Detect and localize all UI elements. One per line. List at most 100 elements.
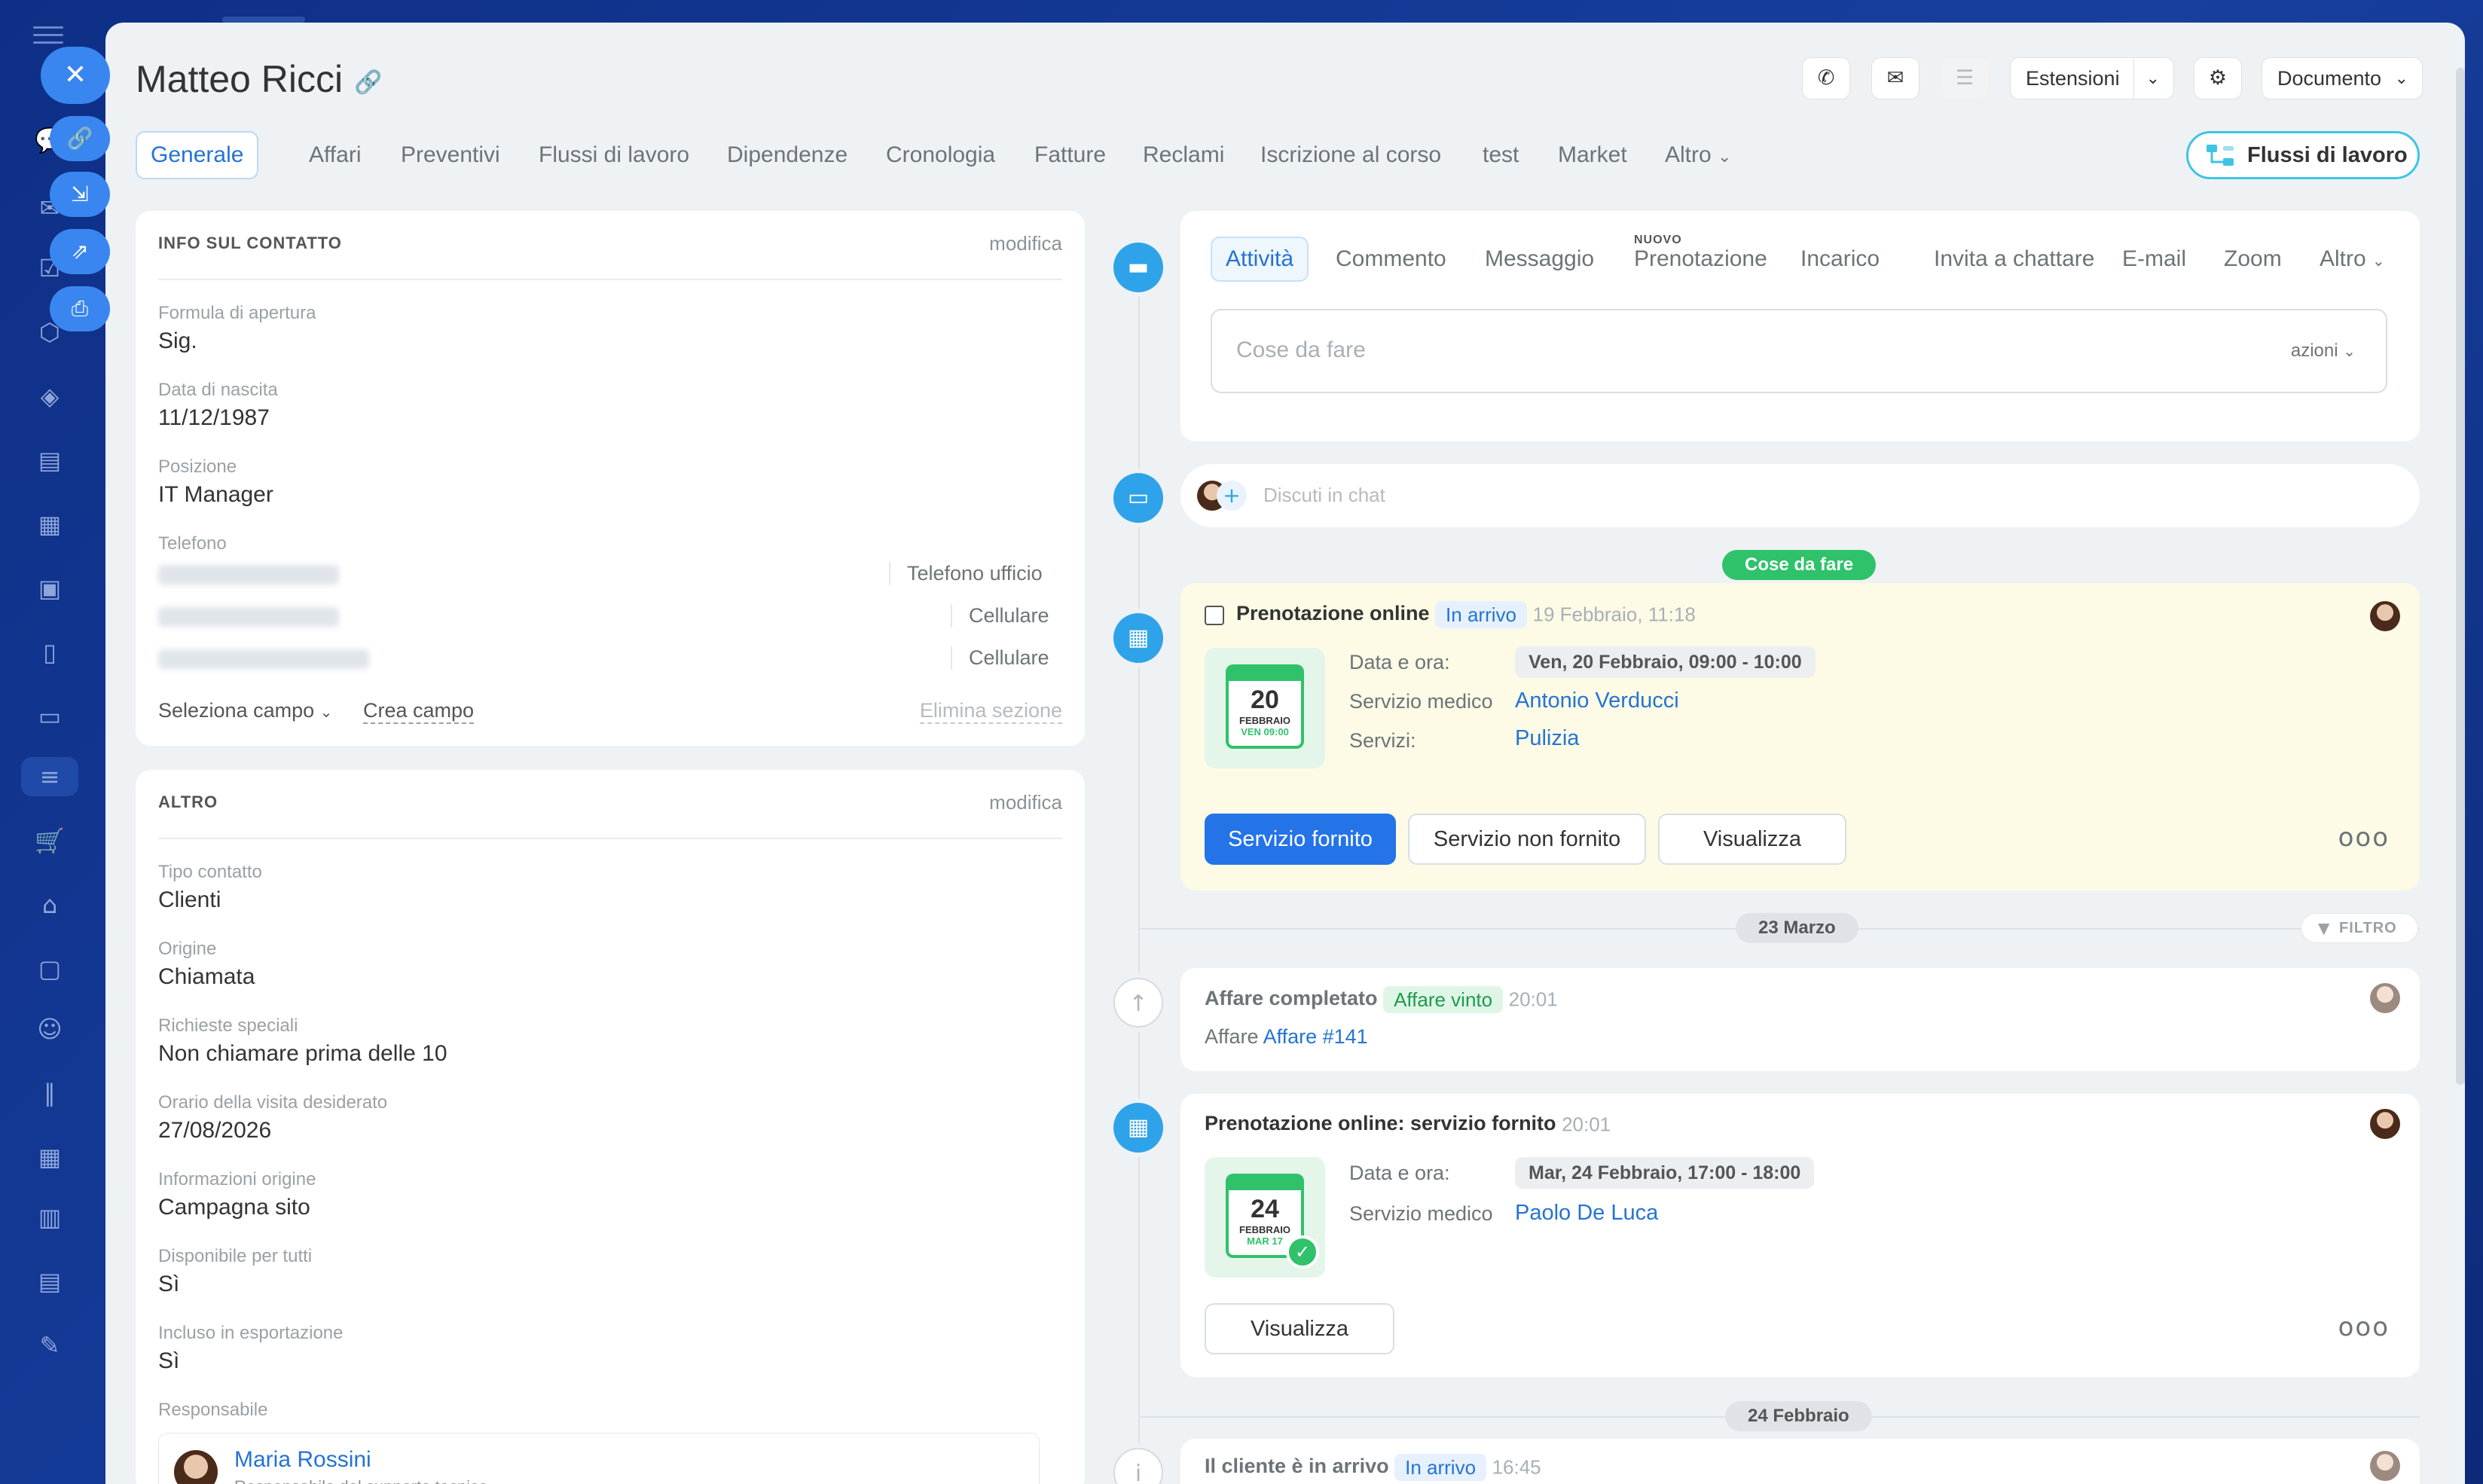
robot-icon[interactable]: ☺ (30, 1009, 69, 1049)
booking-done-card: Prenotazione online: servizio fornito 20… (1180, 1094, 2420, 1377)
responsabile-role: Responsabile del supporto tecnico (234, 1477, 487, 1484)
create-field-link[interactable]: Crea campo (363, 699, 475, 724)
activity-tab-commento[interactable]: Commento (1336, 237, 1446, 282)
activity-dot-icon: ▬ (1113, 243, 1163, 292)
flussi-di-lavoro-button[interactable]: Flussi di lavoro (2186, 131, 2420, 179)
todo-input[interactable]: Cose da fare azioni ⌄ (1211, 309, 2387, 393)
chat-bubble-icon: ☰ (1955, 66, 1974, 90)
phone-button[interactable]: ✆ (1802, 57, 1850, 99)
open-new-window-button[interactable]: ⇗ (50, 229, 110, 274)
edit-icon[interactable]: ✎ (30, 1326, 69, 1365)
activity-tab-email[interactable]: E-mail (2122, 237, 2186, 282)
deal-label: Affare (1205, 1025, 1259, 1048)
field-value: Non chiamare prima delle 10 (158, 1041, 447, 1066)
more-icon[interactable]: ooo (2338, 823, 2390, 853)
store-icon[interactable]: ⌂ (30, 885, 69, 924)
status-badge: In arrivo (1394, 1454, 1487, 1481)
responsabile-box[interactable]: Maria Rossini Responsabile del supporto … (158, 1433, 1040, 1484)
download-button[interactable]: ⇲ (50, 172, 110, 217)
cards-icon[interactable]: ▢ (30, 949, 69, 988)
email-button[interactable]: ✉ (1871, 57, 1920, 99)
doctor-link[interactable]: Antonio Verducci (1515, 689, 1679, 713)
chat-placeholder: Discuti in chat (1263, 484, 1385, 506)
activity-tab-prenotazione[interactable]: Prenotazione (1634, 237, 1767, 282)
more-icon[interactable]: ooo (2338, 1312, 2390, 1342)
tab-test[interactable]: test (1483, 131, 1519, 179)
tab-iscrizione[interactable]: Iscrizione al corso (1260, 131, 1441, 179)
filter-icon[interactable]: ≡ (21, 757, 78, 796)
azioni-dropdown[interactable]: azioni ⌄ (2291, 340, 2356, 362)
booking-card: Prenotazione online In arrivo 19 Febbrai… (1180, 583, 2420, 890)
storage-icon[interactable]: ▭ (30, 697, 69, 736)
info-icon: i (1113, 1448, 1163, 1484)
filter-button[interactable]: ▼ FILTRO (2301, 913, 2418, 943)
deal-title: Affare completato (1205, 987, 1378, 1010)
report-icon[interactable]: ▤ (30, 1262, 69, 1301)
settings-button[interactable]: ⚙ (2194, 57, 2242, 99)
field-label: Richieste speciali (158, 1015, 298, 1036)
shop-icon[interactable]: 🛒 (30, 821, 69, 860)
tab-affari[interactable]: Affari (309, 131, 361, 179)
schedule-icon[interactable]: ▦ (30, 1137, 69, 1177)
activity-tab-zoom[interactable]: Zoom (2224, 237, 2282, 282)
documento-dropdown[interactable]: Documento ⌄ (2262, 57, 2423, 99)
tab-generale[interactable]: Generale (136, 131, 259, 179)
copy-link-button[interactable]: 🔗 (50, 116, 110, 161)
deal-header: Affare completato Affare vinto 20:01 (1205, 986, 1558, 1013)
library-icon[interactable]: ∥ (30, 1073, 69, 1113)
file-icon[interactable]: ▯ (30, 633, 69, 672)
booking-checkbox[interactable] (1205, 606, 1224, 625)
activity-tab-attivita[interactable]: Attività (1211, 237, 1309, 282)
close-button[interactable]: ✕ (41, 47, 110, 104)
timeline-line (1138, 249, 1140, 1484)
crm-icon[interactable]: ◈ (30, 377, 69, 416)
tab-dipendenze[interactable]: Dipendenze (727, 131, 848, 179)
avatar (2370, 601, 2400, 631)
divider (158, 838, 1062, 839)
select-field-label: Seleziona campo (158, 699, 315, 722)
tab-flussi[interactable]: Flussi di lavoro (539, 131, 689, 179)
activity-tab-invita[interactable]: Invita a chattare (1934, 237, 2094, 282)
select-field-dropdown[interactable]: Seleziona campo ⌄ (158, 699, 332, 722)
responsabile-name[interactable]: Maria Rossini (234, 1447, 371, 1473)
activity-tab-incarico[interactable]: Incarico (1800, 237, 1880, 282)
avatar (2370, 1109, 2400, 1139)
activity-tab-messaggio[interactable]: Messaggio (1485, 237, 1594, 282)
detail-label: Data e ora: (1349, 651, 1450, 673)
tab-preventivi[interactable]: Preventivi (401, 131, 500, 179)
add-participant-icon[interactable]: + (1217, 481, 1247, 511)
copy-link-icon[interactable]: 🔗 (354, 69, 382, 96)
chat-button[interactable]: ☰ (1941, 57, 1989, 99)
tab-cronologia[interactable]: Cronologia (886, 131, 995, 179)
left-sidebar: 💬 ✉ ☑ ⬡ ◈ ▤ ▦ ▣ ▯ ▭ ≡ 🛒 ⌂ ▢ ☺ ∥ ▦ ▥ ▤ ✎ (0, 0, 105, 1484)
tab-market[interactable]: Market (1558, 131, 1627, 179)
chat-input[interactable]: + Discuti in chat (1180, 464, 2420, 527)
edit-link[interactable]: modifica (989, 791, 1062, 814)
print-button[interactable]: ⎙ (50, 286, 110, 331)
board-icon[interactable]: ▣ (30, 569, 69, 608)
menu-icon[interactable] (33, 21, 63, 51)
view-button[interactable]: Visualizza (1205, 1303, 1394, 1354)
delete-section-link[interactable]: Elimina sezione (919, 699, 1062, 724)
view-button[interactable]: Visualizza (1658, 814, 1846, 865)
tab-reclami[interactable]: Reclami (1143, 131, 1224, 179)
service-provided-button[interactable]: Servizio fornito (1205, 814, 1396, 865)
field-label: Data di nascita (158, 380, 278, 400)
activity-tab-altro[interactable]: Altro ⌄ (2320, 237, 2385, 282)
analytics-icon[interactable]: ▥ (30, 1198, 69, 1237)
timestamp: 19 Febbraio, 11:18 (1532, 603, 1696, 626)
estensioni-dropdown[interactable]: Estensioni ⌄ (2010, 57, 2174, 99)
documents-icon[interactable]: ▤ (30, 441, 69, 480)
service-link[interactable]: Pulizia (1515, 726, 1579, 751)
tab-altro[interactable]: Altro ⌄ (1665, 131, 1731, 179)
field-value: Sì (158, 1272, 180, 1296)
tab-fatture[interactable]: Fatture (1034, 131, 1106, 179)
doctor-link[interactable]: Paolo De Luca (1515, 1201, 1658, 1226)
calendar-icon[interactable]: ▦ (30, 505, 69, 544)
service-not-provided-button[interactable]: Servizio non fornito (1408, 814, 1646, 865)
scrollbar[interactable] (2456, 68, 2465, 1085)
deal-link[interactable]: Affare #141 (1263, 1025, 1368, 1048)
field-value: Campagna sito (158, 1195, 310, 1220)
edit-link[interactable]: modifica (989, 232, 1062, 255)
detail-label: Servizi: (1349, 729, 1416, 752)
